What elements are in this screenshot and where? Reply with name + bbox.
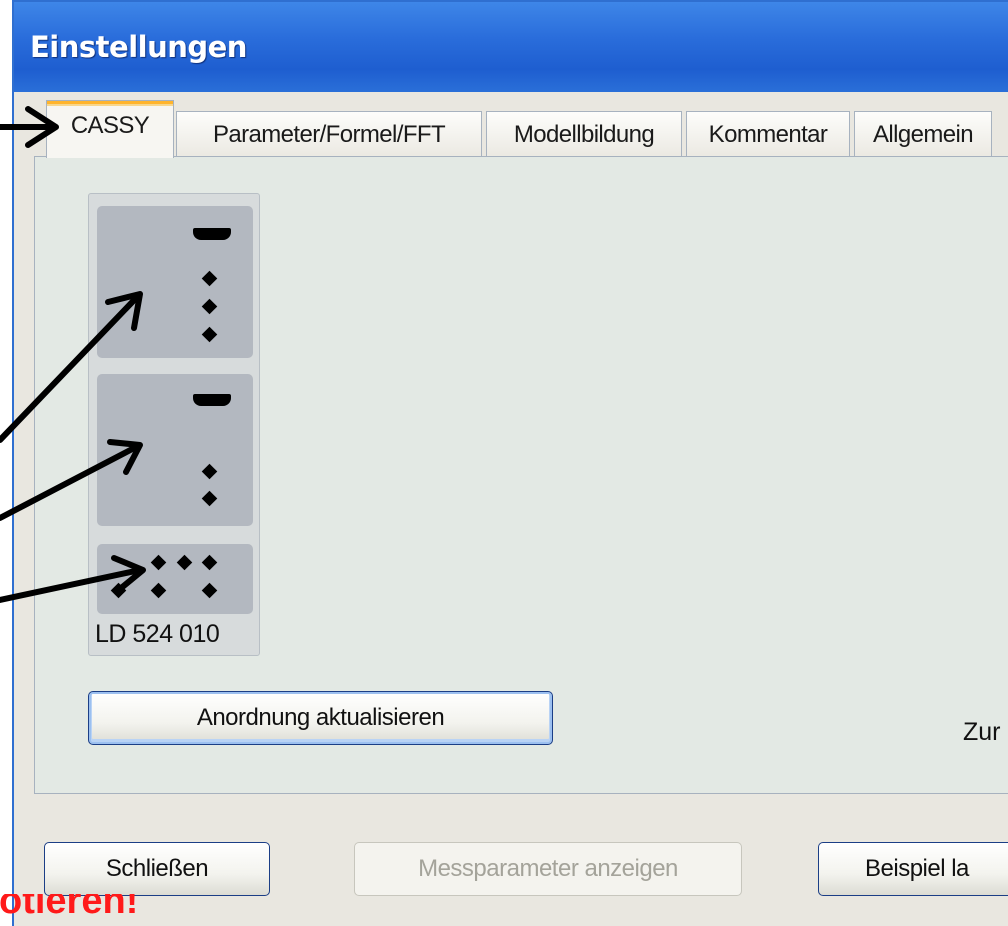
window-title: Einstellungen	[30, 30, 247, 64]
module-slot-power[interactable]	[97, 544, 253, 614]
socket-dot-icon	[201, 463, 218, 480]
tab-kommentar[interactable]: Kommentar	[686, 111, 850, 157]
socket-dot-icon	[176, 554, 193, 571]
window-titlebar[interactable]: Einstellungen	[14, 2, 1008, 92]
socket-dot-icon	[150, 582, 167, 599]
tab-cassy[interactable]: CASSY	[46, 100, 174, 158]
socket-dot-icon	[201, 582, 218, 599]
tab-parameter-formel-fft[interactable]: Parameter/Formel/FFT	[176, 111, 482, 157]
module-model-label: LD 524 010	[95, 620, 220, 648]
connector-bar-icon	[193, 394, 231, 406]
socket-dot-icon	[201, 270, 218, 287]
socket-dot-icon	[201, 326, 218, 343]
partial-label: Zur	[963, 718, 1001, 746]
module-slot-b[interactable]	[97, 374, 253, 526]
socket-dot-icon	[201, 298, 218, 315]
tab-allgemein[interactable]: Allgemein	[854, 111, 992, 157]
socket-dot-icon	[150, 554, 167, 571]
socket-dot-icon	[201, 554, 218, 571]
module-slot-a[interactable]	[97, 206, 253, 358]
update-arrangement-button[interactable]: Anordnung aktualisieren	[88, 691, 553, 745]
socket-dot-icon	[110, 582, 127, 599]
cassy-module[interactable]: LD 524 010	[88, 193, 260, 656]
close-button[interactable]: Schließen	[44, 842, 270, 896]
tab-modellbildung[interactable]: Modellbildung	[486, 111, 682, 157]
socket-dot-icon	[201, 490, 218, 507]
load-example-button[interactable]: Beispiel la	[818, 842, 1008, 896]
connector-bar-icon	[193, 228, 231, 240]
show-measurement-parameters-button: Messparameter anzeigen	[354, 842, 742, 896]
